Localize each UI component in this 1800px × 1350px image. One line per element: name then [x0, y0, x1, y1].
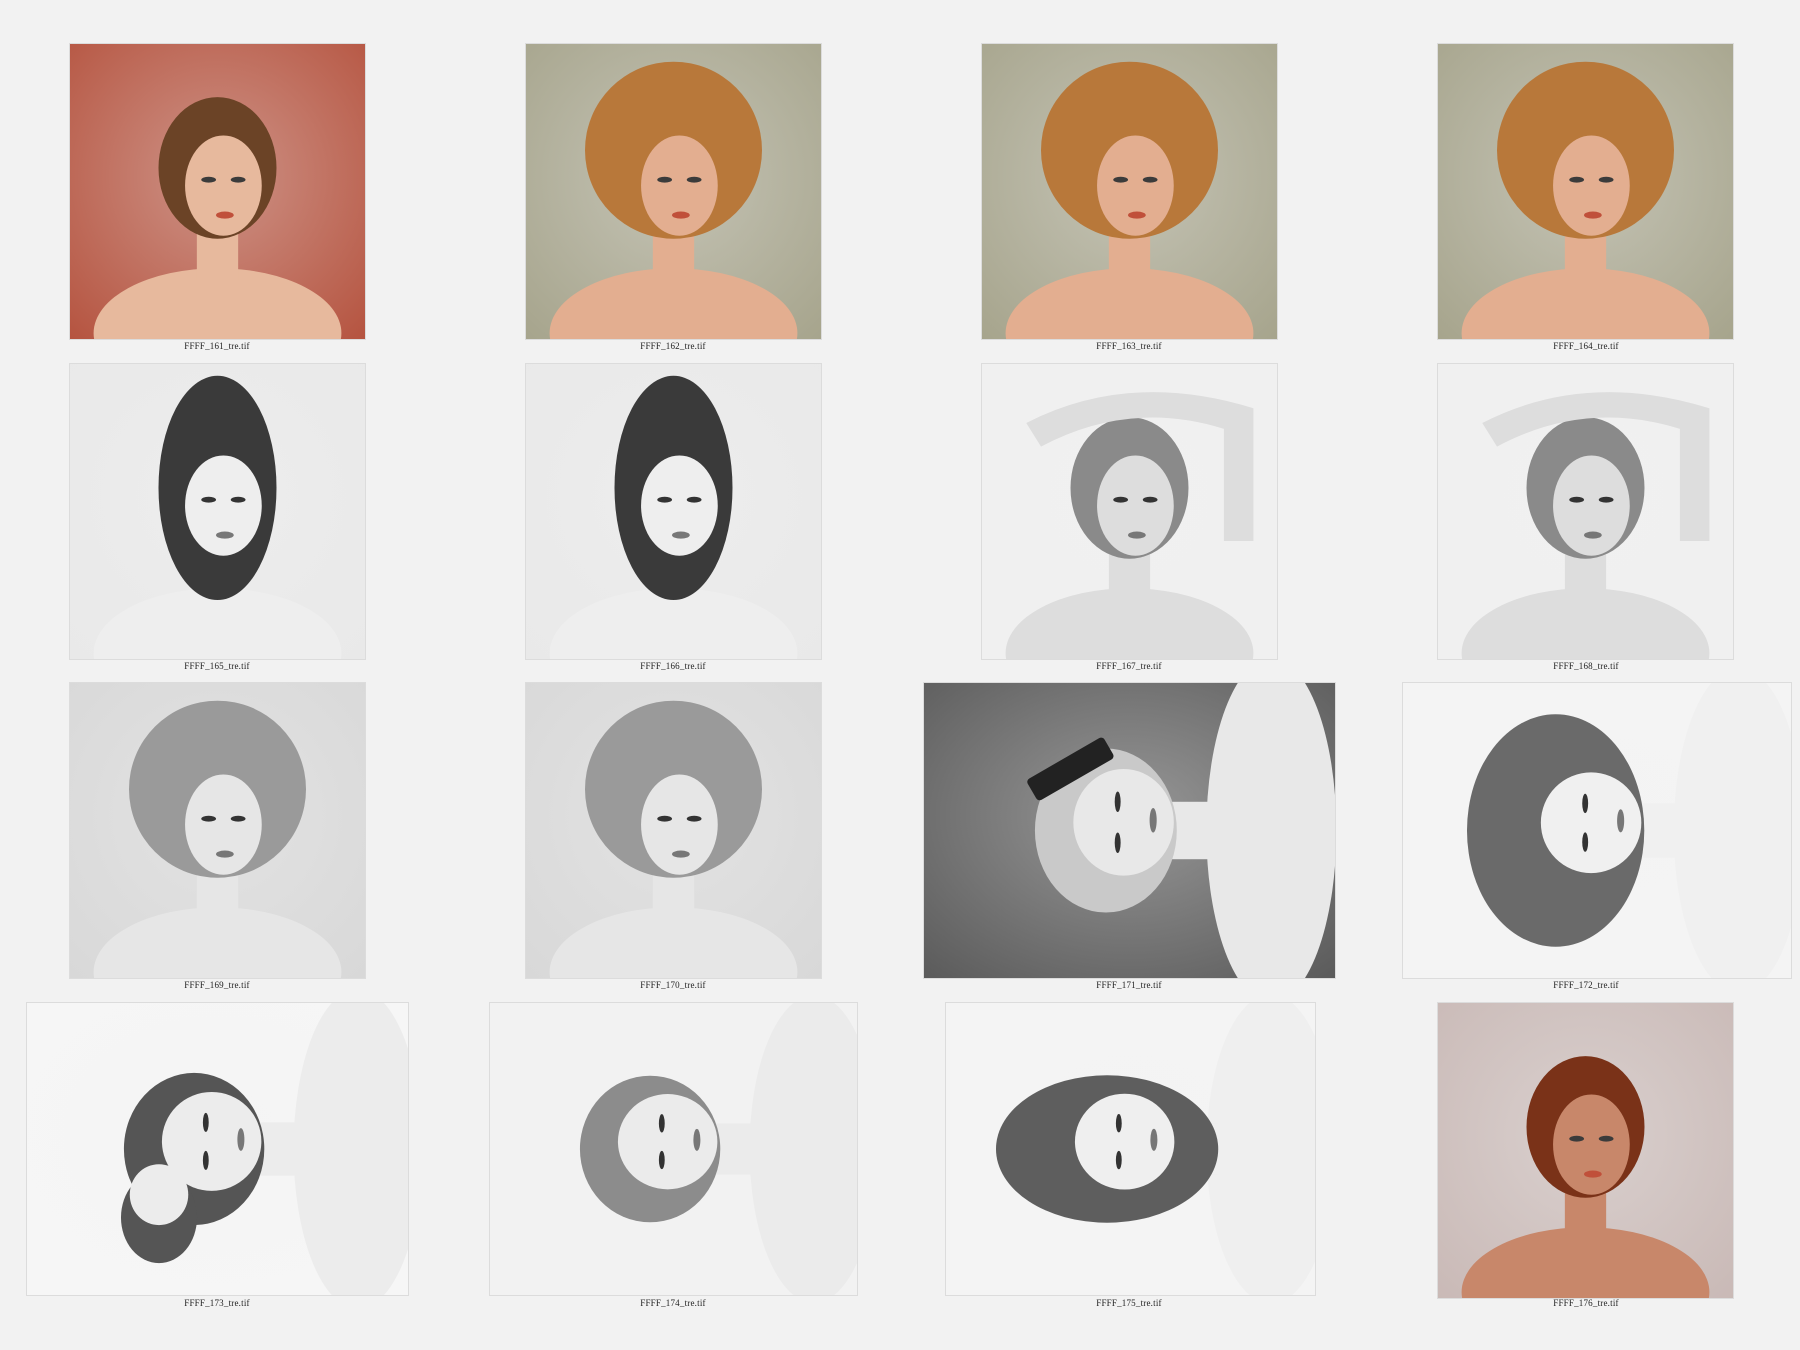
portrait-image [526, 364, 821, 659]
portrait-image [70, 364, 365, 659]
filename-caption: FFFF_162_tre.tif [640, 341, 706, 351]
photo-thumbnail[interactable] [981, 43, 1278, 340]
portrait-image [924, 683, 1335, 978]
filename-caption: FFFF_167_tre.tif [1096, 661, 1162, 671]
filename-caption: FFFF_170_tre.tif [640, 980, 706, 990]
filename-caption: FFFF_168_tre.tif [1553, 661, 1619, 671]
photo-thumbnail[interactable] [923, 682, 1336, 979]
filename-caption: FFFF_165_tre.tif [184, 661, 250, 671]
filename-caption: FFFF_175_tre.tif [1096, 1298, 1162, 1308]
photo-thumbnail[interactable] [525, 43, 822, 340]
photo-thumbnail[interactable] [69, 363, 366, 660]
photo-thumbnail[interactable] [1437, 1002, 1734, 1299]
portrait-image [70, 44, 365, 339]
portrait-image [946, 1003, 1315, 1295]
portrait-image [982, 44, 1277, 339]
portrait-image [27, 1003, 408, 1295]
filename-caption: FFFF_166_tre.tif [640, 661, 706, 671]
filename-caption: FFFF_161_tre.tif [184, 341, 250, 351]
photo-thumbnail[interactable] [26, 1002, 409, 1296]
contact-sheet-grid: FFFF_161_tre.tif FFFF_162_tre.tif FFFF_1… [0, 0, 1800, 1350]
portrait-image [526, 683, 821, 978]
photo-thumbnail[interactable] [981, 363, 1278, 660]
filename-caption: FFFF_172_tre.tif [1553, 980, 1619, 990]
filename-caption: FFFF_164_tre.tif [1553, 341, 1619, 351]
portrait-image [1403, 683, 1791, 978]
photo-thumbnail[interactable] [1437, 43, 1734, 340]
photo-thumbnail[interactable] [945, 1002, 1316, 1296]
portrait-image [1438, 44, 1733, 339]
photo-thumbnail[interactable] [1437, 363, 1734, 660]
portrait-image [1438, 364, 1733, 659]
filename-caption: FFFF_169_tre.tif [184, 980, 250, 990]
portrait-image [526, 44, 821, 339]
portrait-image [1438, 1003, 1733, 1298]
photo-thumbnail[interactable] [69, 682, 366, 979]
photo-thumbnail[interactable] [1402, 682, 1792, 979]
photo-thumbnail[interactable] [69, 43, 366, 340]
filename-caption: FFFF_171_tre.tif [1096, 980, 1162, 990]
filename-caption: FFFF_174_tre.tif [640, 1298, 706, 1308]
filename-caption: FFFF_163_tre.tif [1096, 341, 1162, 351]
photo-thumbnail[interactable] [525, 363, 822, 660]
photo-thumbnail[interactable] [489, 1002, 858, 1296]
portrait-image [982, 364, 1277, 659]
photo-thumbnail[interactable] [525, 682, 822, 979]
portrait-image [490, 1003, 857, 1295]
filename-caption: FFFF_176_tre.tif [1553, 1298, 1619, 1308]
filename-caption: FFFF_173_tre.tif [184, 1298, 250, 1308]
portrait-image [70, 683, 365, 978]
